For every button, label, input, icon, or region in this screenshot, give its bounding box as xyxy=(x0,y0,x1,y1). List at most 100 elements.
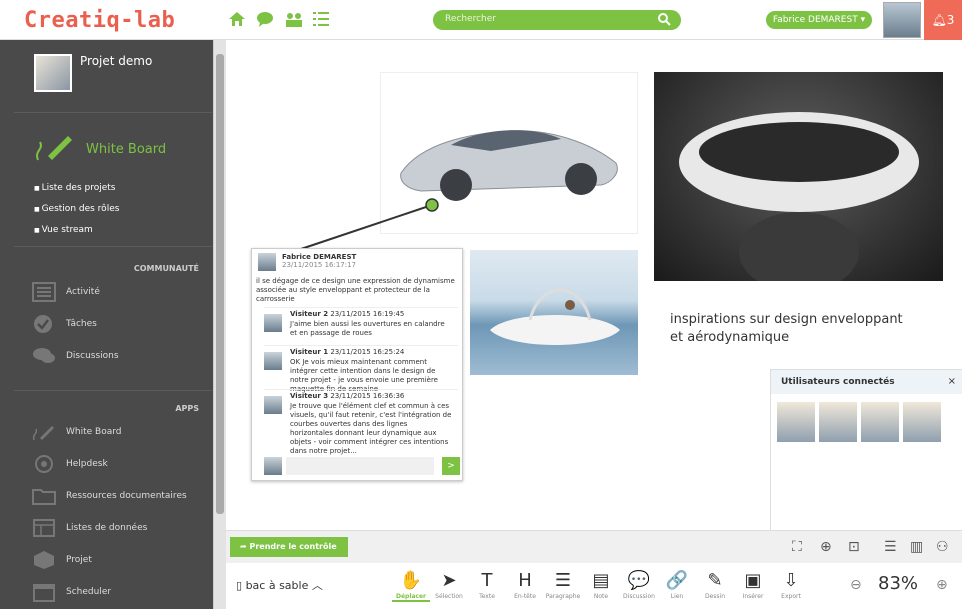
divider xyxy=(14,112,212,113)
zoom-out-icon[interactable]: ⊖ xyxy=(850,577,862,593)
tool-export[interactable]: ⇩ Export xyxy=(772,569,810,602)
boat-image[interactable] xyxy=(470,250,638,375)
tool-draw[interactable]: ✎ Dessin xyxy=(696,569,734,602)
tool-link[interactable]: 🔗 Lien xyxy=(658,569,696,602)
tool-label: Déplacer xyxy=(392,593,430,602)
nav-datalists-label: Listes de données xyxy=(66,523,148,533)
hand-icon: ✋ xyxy=(399,570,423,591)
tool-text[interactable]: T Texte xyxy=(468,569,506,602)
scroll-thumb[interactable] xyxy=(216,54,224,514)
vr-headset-image[interactable] xyxy=(654,72,943,292)
focus-icon[interactable]: ⊡ xyxy=(848,539,860,555)
fit-screen-icon[interactable]: ⛶ xyxy=(792,539,802,555)
tool-move[interactable]: ✋ Déplacer xyxy=(392,569,430,602)
nav-whiteboard[interactable]: White Board xyxy=(32,422,121,442)
image-icon: ▣ xyxy=(744,570,762,591)
sidebar-scrollbar[interactable] xyxy=(213,40,226,609)
chat-icon[interactable] xyxy=(256,10,274,28)
tool-heading[interactable]: H En-tête xyxy=(506,569,544,602)
comment-item: Visiteur 1 23/11/2015 16:25:24 OK Je voi… xyxy=(264,345,458,393)
export-icon: ⇩ xyxy=(783,570,799,591)
nav-helpdesk[interactable]: Helpdesk xyxy=(32,454,108,474)
tool-paragraph[interactable]: ☰ Paragraphe xyxy=(544,569,582,602)
send-button[interactable]: > xyxy=(442,457,460,475)
project-name[interactable]: Projet demo xyxy=(80,54,152,68)
author-avatar xyxy=(258,253,276,271)
reply-input[interactable] xyxy=(286,457,434,475)
zoom-in-icon[interactable]: ⊕ xyxy=(936,577,948,593)
tool-row: ▯ bac à sable ︿ ✋ Déplacer ➤ Sélection T Te… xyxy=(226,563,962,610)
connected-users-panel: Utilisateurs connectés × xyxy=(770,369,962,530)
nav-resources[interactable]: Ressources documentaires xyxy=(32,486,187,506)
tool-label: Export xyxy=(781,593,801,600)
notifications-button[interactable]: 🔔︎3 xyxy=(924,0,962,40)
home-icon[interactable] xyxy=(228,10,246,28)
search-icon[interactable] xyxy=(657,12,671,29)
user-menu-button[interactable]: Fabrice DEMAREST ▾ xyxy=(766,11,872,29)
take-control-button[interactable]: ➦ Prendre le contrôle xyxy=(230,537,348,557)
tool-label: Discussion xyxy=(623,593,655,600)
tool-select[interactable]: ➤ Sélection xyxy=(430,569,468,602)
connected-user-avatar[interactable] xyxy=(903,402,941,442)
board-file[interactable]: ▯ bac à sable ︿ xyxy=(236,577,323,593)
activity-icon xyxy=(32,282,56,302)
top-nav-icons xyxy=(228,10,330,28)
sidebar-active-whiteboard[interactable]: White Board xyxy=(34,130,166,168)
comment-item: Visiteur 2 23/11/2015 16:19:45 J'aime bi… xyxy=(264,307,458,347)
project-avatar[interactable] xyxy=(34,54,72,92)
search-input[interactable]: Rechercher xyxy=(433,10,681,30)
nav-datalists[interactable]: Listes de données xyxy=(32,518,147,538)
nav-scheduler[interactable]: Scheduler xyxy=(32,582,111,602)
tool-note[interactable]: ▤ Note xyxy=(582,569,620,602)
connected-user-avatar[interactable] xyxy=(861,402,899,442)
comment-meta: Visiteur 2 23/11/2015 16:19:45 xyxy=(290,310,404,318)
link-icon: 🔗 xyxy=(665,570,689,591)
nav-project[interactable]: Projet xyxy=(32,550,92,570)
comment-card[interactable]: Fabrice DEMAREST 23/11/2015 16:17:17 il … xyxy=(251,248,463,481)
list-view-icon[interactable]: ☰ xyxy=(884,539,897,555)
top-bar: Creatiq-lab Rechercher Fabrice DEMAREST … xyxy=(0,0,962,40)
table-icon xyxy=(32,518,56,538)
bottom-toolbar: ➦ Prendre le contrôle ⛶ ⊕ ⊡ ☰ ▥ ⚇ ▯ bac … xyxy=(226,530,962,609)
nav-tasks[interactable]: Tâches xyxy=(32,314,97,334)
users-panel-title: Utilisateurs connectés xyxy=(771,370,962,394)
tool-insert[interactable]: ▣ Insérer xyxy=(734,569,772,602)
canvas-caption[interactable]: inspirations sur design enveloppant et a… xyxy=(670,311,903,347)
app-logo[interactable]: Creatiq-lab xyxy=(24,8,175,33)
target-icon[interactable]: ⊕ xyxy=(820,539,832,555)
chevron-up-icon[interactable]: ︿ xyxy=(312,579,323,592)
close-icon[interactable]: × xyxy=(948,376,956,387)
commenter-avatar xyxy=(264,352,282,370)
calendar-icon xyxy=(32,582,56,602)
connected-user-avatar[interactable] xyxy=(819,402,857,442)
paragraph-icon: ☰ xyxy=(554,570,572,591)
nav-tasks-label: Tâches xyxy=(66,319,97,329)
connected-user-avatar[interactable] xyxy=(777,402,815,442)
comment-meta: Visiteur 1 23/11/2015 16:25:24 xyxy=(290,348,404,356)
list-icon[interactable] xyxy=(312,10,330,28)
tool-label: Note xyxy=(593,593,609,600)
sublink-roles[interactable]: Gestion des rôles xyxy=(34,199,120,220)
sublinks: Liste des projets Gestion des rôles Vue … xyxy=(34,178,120,241)
nav-discussions[interactable]: Discussions xyxy=(32,346,119,366)
sublink-stream[interactable]: Vue stream xyxy=(34,220,119,241)
whiteboard-label: White Board xyxy=(86,141,167,157)
tool-label: Lien xyxy=(670,593,684,600)
bell-icon: 🔔︎ xyxy=(931,13,947,27)
sublink-projects[interactable]: Liste des projets xyxy=(34,178,119,199)
notification-count: 3 xyxy=(946,13,955,27)
users-icon[interactable]: ⚇ xyxy=(936,539,949,555)
take-control-label: Prendre le contrôle xyxy=(249,542,337,551)
panel-icon[interactable]: ▥ xyxy=(910,539,923,555)
sidebar: Projet demo White Board Liste des projet… xyxy=(0,40,213,609)
tools: ✋ Déplacer ➤ Sélection T Texte H En-tête ☰ Pa… xyxy=(392,569,810,602)
user-avatar[interactable] xyxy=(883,2,921,38)
whiteboard-icon xyxy=(34,130,74,168)
commenter-avatar xyxy=(264,396,282,414)
comment-text: J'aime bien aussi les ouvertures en cala… xyxy=(290,320,445,337)
tool-discussion[interactable]: 💬 Discussion xyxy=(620,569,658,602)
nav-activity[interactable]: Activité xyxy=(32,282,100,302)
reply-row: > xyxy=(264,457,460,475)
section-apps: APPS xyxy=(175,404,199,413)
team-icon[interactable] xyxy=(284,10,302,28)
